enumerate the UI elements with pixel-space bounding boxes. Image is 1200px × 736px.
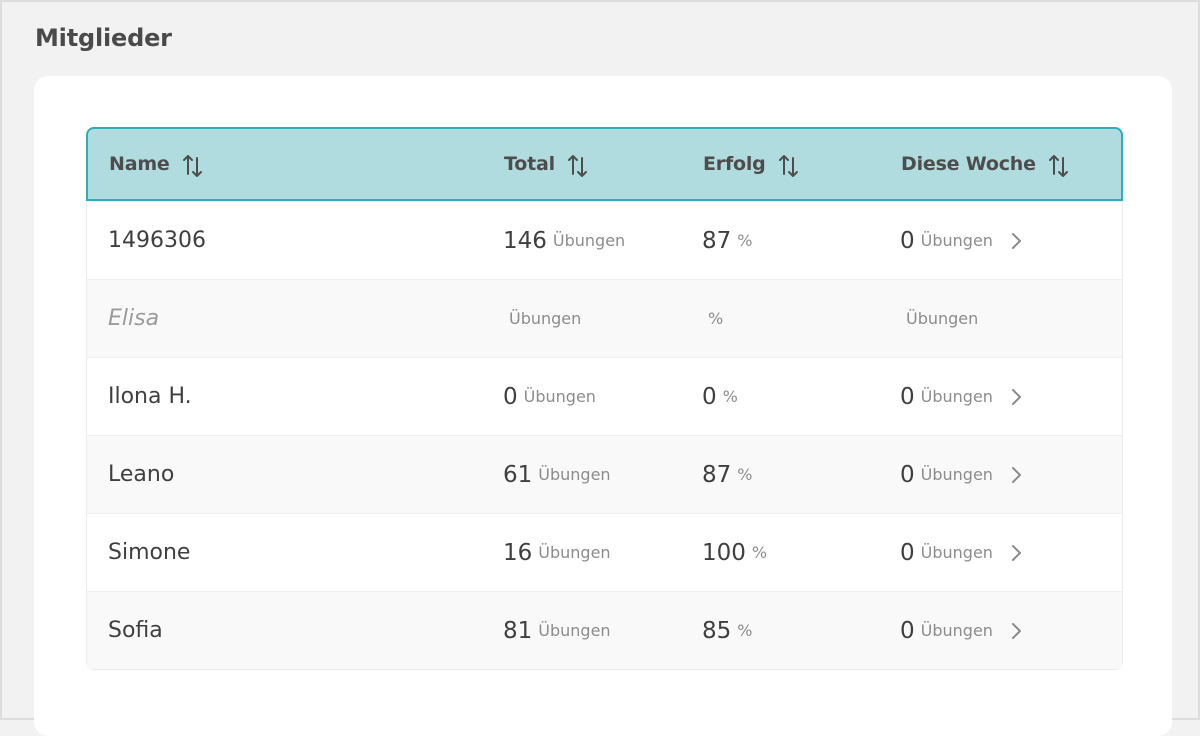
- member-name: 1496306: [108, 228, 206, 253]
- member-name: Ilona H.: [108, 384, 192, 409]
- column-header-erfolg-label: Erfolg: [703, 153, 766, 175]
- erfolg-unit: %: [751, 543, 768, 562]
- erfolg-unit: %: [737, 621, 753, 640]
- member-name: Elisa: [108, 306, 160, 331]
- erfolg-value: 0: [702, 383, 717, 410]
- page-title: Mitglieder: [35, 24, 172, 52]
- column-header-total-label: Total: [504, 153, 555, 175]
- woche-cell: 0 Übungen: [900, 592, 1023, 669]
- table-row[interactable]: Ilona H. 0 Übungen 0 % 0 Übungen: [87, 357, 1122, 435]
- woche-value: 0: [900, 227, 915, 254]
- erfolg-cell: 87 %: [702, 202, 752, 279]
- woche-value: 0: [900, 539, 915, 566]
- column-header-name[interactable]: Name: [109, 129, 204, 199]
- table-row[interactable]: Elisa Übungen % Übungen: [87, 279, 1122, 357]
- total-value: 0: [503, 383, 518, 410]
- erfolg-value: 85: [702, 617, 732, 644]
- erfolg-unit: %: [737, 465, 753, 484]
- woche-value: 0: [900, 617, 915, 644]
- member-name: Sofia: [108, 618, 163, 643]
- total-unit: Übungen: [538, 543, 611, 562]
- total-unit: Übungen: [509, 309, 582, 328]
- column-header-total[interactable]: Total: [504, 129, 589, 199]
- total-value: 61: [503, 461, 533, 488]
- total-cell: 81 Übungen: [503, 592, 611, 669]
- woche-unit: Übungen: [920, 387, 993, 406]
- woche-unit: Übungen: [920, 465, 993, 484]
- member-name-cell: Simone: [108, 514, 190, 591]
- total-cell: 0 Übungen: [503, 358, 596, 435]
- total-cell: 61 Übungen: [503, 436, 611, 513]
- erfolg-cell: 0 %: [702, 358, 738, 435]
- table-row[interactable]: 1496306 146 Übungen 87 % 0 Übungen: [87, 201, 1122, 279]
- erfolg-cell: 87 %: [702, 436, 752, 513]
- chevron-right-icon[interactable]: [1009, 387, 1023, 407]
- column-header-name-label: Name: [109, 153, 170, 175]
- member-name-cell: Leano: [108, 436, 174, 513]
- woche-cell: Übungen: [900, 280, 978, 357]
- total-unit: Übungen: [538, 621, 611, 640]
- woche-cell: 0 Übungen: [900, 436, 1023, 513]
- members-table: Name Total Erfolg Diese Woche 1496306 14…: [86, 127, 1123, 670]
- erfolg-cell: 85 %: [702, 592, 752, 669]
- chevron-right-icon[interactable]: [1009, 621, 1023, 641]
- member-name-cell: Sofia: [108, 592, 163, 669]
- woche-value: 0: [900, 383, 915, 410]
- erfolg-cell: %: [702, 280, 723, 357]
- woche-unit: Übungen: [920, 621, 993, 640]
- member-name-cell: Elisa: [108, 280, 159, 357]
- column-header-diese-woche-label: Diese Woche: [901, 153, 1036, 175]
- column-header-erfolg[interactable]: Erfolg: [703, 129, 800, 199]
- woche-unit: Übungen: [920, 543, 993, 562]
- sort-icon: [567, 155, 587, 177]
- chevron-right-icon[interactable]: [1009, 231, 1023, 251]
- total-unit: Übungen: [552, 231, 626, 250]
- member-name-cell: Ilona H.: [108, 358, 192, 435]
- erfolg-cell: 100 %: [702, 514, 767, 591]
- woche-cell: 0 Übungen: [900, 514, 1023, 591]
- woche-cell: 0 Übungen: [900, 202, 1023, 279]
- member-name: Leano: [108, 462, 175, 487]
- table-row[interactable]: Sofia 81 Übungen 85 % 0 Übungen: [87, 591, 1122, 669]
- table-header: Name Total Erfolg Diese Woche: [86, 127, 1123, 201]
- chevron-right-icon[interactable]: [1009, 543, 1023, 563]
- total-unit: Übungen: [523, 387, 596, 406]
- column-header-diese-woche[interactable]: Diese Woche: [901, 129, 1070, 199]
- total-unit: Übungen: [538, 465, 611, 484]
- erfolg-value: 87: [702, 461, 732, 488]
- woche-unit: Übungen: [906, 309, 979, 328]
- member-name-cell: 1496306: [108, 202, 206, 279]
- total-cell: 146 Übungen: [503, 202, 625, 279]
- table-row[interactable]: Leano 61 Übungen 87 % 0 Übungen: [87, 435, 1122, 513]
- woche-cell: 0 Übungen: [900, 358, 1023, 435]
- erfolg-unit: %: [722, 387, 738, 406]
- total-cell: Übungen: [503, 280, 581, 357]
- table-row[interactable]: Simone 16 Übungen 100 % 0 Übungen: [87, 513, 1122, 591]
- erfolg-unit: %: [737, 231, 753, 250]
- member-name: Simone: [108, 540, 191, 565]
- woche-unit: Übungen: [920, 231, 993, 250]
- total-value: 81: [503, 617, 533, 644]
- erfolg-value: 87: [702, 227, 732, 254]
- woche-value: 0: [900, 461, 915, 488]
- sort-icon: [1048, 155, 1068, 177]
- total-value: 146: [503, 227, 547, 254]
- erfolg-value: 100: [702, 539, 746, 566]
- sort-icon: [778, 155, 798, 177]
- chevron-right-icon[interactable]: [1009, 465, 1023, 485]
- total-value: 16: [503, 539, 533, 566]
- sort-icon: [182, 155, 202, 177]
- total-cell: 16 Übungen: [503, 514, 611, 591]
- erfolg-unit: %: [708, 309, 724, 328]
